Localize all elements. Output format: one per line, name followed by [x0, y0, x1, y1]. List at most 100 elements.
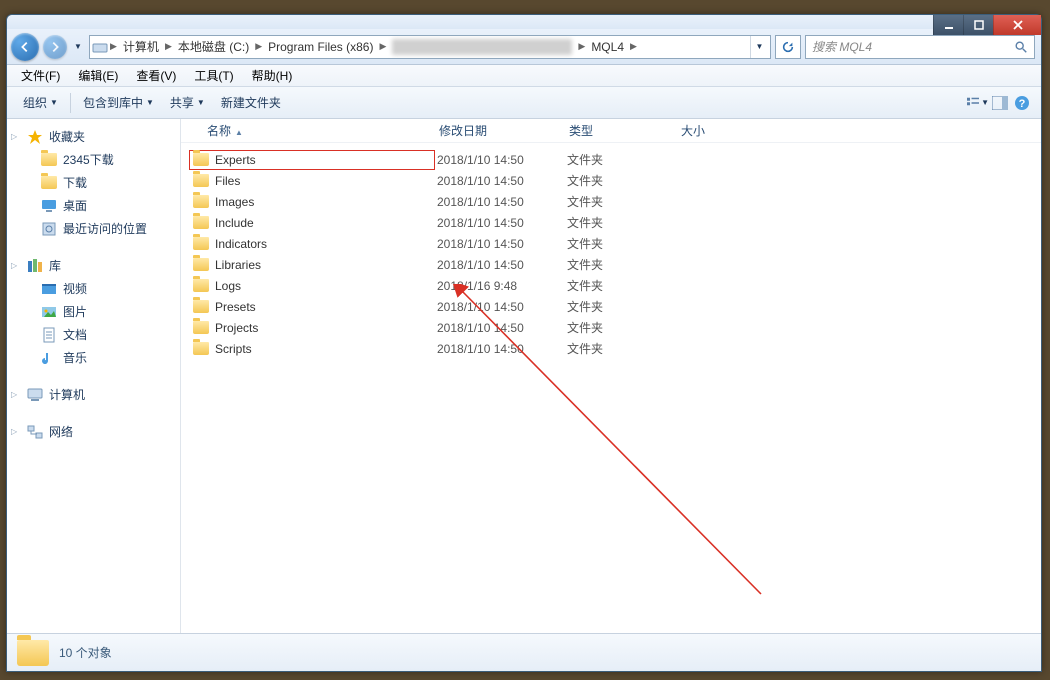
- file-date: 2018/1/16 9:48: [435, 279, 565, 293]
- breadcrumb-computer[interactable]: 计算机: [119, 38, 163, 55]
- help-button[interactable]: ?: [1011, 92, 1033, 114]
- organize-button[interactable]: 组织▼: [15, 90, 66, 115]
- folder-icon: [41, 175, 57, 191]
- address-bar[interactable]: ▶ 计算机 ▶ 本地磁盘 (C:) ▶ Program Files (x86) …: [89, 35, 771, 59]
- libraries-icon: [27, 258, 43, 274]
- folder-icon: [193, 279, 209, 292]
- menu-tools[interactable]: 工具(T): [186, 65, 241, 86]
- file-type: 文件夹: [565, 298, 677, 315]
- file-type: 文件夹: [565, 151, 677, 168]
- main-body: ▷ 收藏夹 2345下载 下载 桌面 最近访问的位置 ▷ 库 视频 图片 文档 …: [7, 119, 1041, 633]
- minimize-button[interactable]: [933, 15, 963, 35]
- explorer-window: ▼ ▶ 计算机 ▶ 本地磁盘 (C:) ▶ Program Files (x86…: [6, 14, 1042, 672]
- file-type: 文件夹: [565, 340, 677, 357]
- file-name: Libraries: [215, 258, 261, 272]
- breadcrumb-program-files[interactable]: Program Files (x86): [264, 40, 377, 54]
- include-in-library-button[interactable]: 包含到库中▼: [75, 90, 162, 115]
- column-headers: 名称▲ 修改日期 类型 大小: [181, 119, 1041, 143]
- file-row-images[interactable]: Images2018/1/10 14:50文件夹: [181, 191, 1041, 212]
- address-dropdown[interactable]: ▼: [750, 36, 768, 58]
- computer-icon: [27, 387, 43, 403]
- recent-icon: [41, 221, 57, 237]
- breadcrumb-mql4[interactable]: MQL4: [587, 40, 628, 54]
- sidebar-item-documents[interactable]: 文档: [7, 323, 180, 346]
- view-toggle[interactable]: ▼: [967, 92, 989, 114]
- file-name: Images: [215, 195, 254, 209]
- new-folder-button[interactable]: 新建文件夹: [213, 90, 289, 115]
- maximize-button[interactable]: [963, 15, 993, 35]
- sidebar-item-2345[interactable]: 2345下载: [7, 148, 180, 171]
- menu-edit[interactable]: 编辑(E): [70, 65, 126, 86]
- status-text: 10 个对象: [59, 644, 112, 661]
- picture-icon: [41, 304, 57, 320]
- search-icon: [1014, 40, 1028, 54]
- file-date: 2018/1/10 14:50: [435, 258, 565, 272]
- file-type: 文件夹: [565, 214, 677, 231]
- file-date: 2018/1/10 14:50: [435, 321, 565, 335]
- navigation-bar: ▼ ▶ 计算机 ▶ 本地磁盘 (C:) ▶ Program Files (x86…: [7, 29, 1041, 65]
- col-size[interactable]: 大小: [681, 122, 781, 139]
- file-name: Indicators: [215, 237, 267, 251]
- file-date: 2018/1/10 14:50: [435, 300, 565, 314]
- file-name: Logs: [215, 279, 241, 293]
- menu-view[interactable]: 查看(V): [128, 65, 184, 86]
- file-row-projects[interactable]: Projects2018/1/10 14:50文件夹: [181, 317, 1041, 338]
- col-date[interactable]: 修改日期: [439, 122, 569, 139]
- favorites-header[interactable]: ▷ 收藏夹: [7, 125, 180, 148]
- file-row-libraries[interactable]: Libraries 2018/1/10 14:50文件夹: [181, 254, 1041, 275]
- file-name: Include: [215, 216, 254, 230]
- titlebar: [7, 15, 1041, 29]
- col-name[interactable]: 名称▲: [207, 122, 439, 139]
- window-controls: [933, 15, 1041, 35]
- libraries-group: ▷ 库 视频 图片 文档 音乐: [7, 254, 180, 369]
- menu-help[interactable]: 帮助(H): [244, 65, 301, 86]
- file-name: Files: [215, 174, 240, 188]
- sidebar-item-pictures[interactable]: 图片: [7, 300, 180, 323]
- file-row-logs[interactable]: Logs2018/1/16 9:48文件夹: [181, 275, 1041, 296]
- file-type: 文件夹: [565, 256, 677, 273]
- preview-pane-toggle[interactable]: [989, 92, 1011, 114]
- drive-icon: [92, 39, 108, 55]
- sidebar-item-downloads[interactable]: 下载: [7, 171, 180, 194]
- file-date: 2018/1/10 14:50: [435, 174, 565, 188]
- file-row-include[interactable]: Include 2018/1/10 14:50文件夹: [181, 212, 1041, 233]
- file-row-scripts[interactable]: Scripts2018/1/10 14:50文件夹: [181, 338, 1041, 359]
- file-row-experts[interactable]: Experts2018/1/10 14:50文件夹: [181, 149, 1041, 170]
- search-placeholder: 搜索 MQL4: [812, 38, 872, 55]
- refresh-button[interactable]: [775, 35, 801, 59]
- sidebar-item-music[interactable]: 音乐: [7, 346, 180, 369]
- file-type: 文件夹: [565, 172, 677, 189]
- menu-file[interactable]: 文件(F): [13, 65, 68, 86]
- network-header[interactable]: ▷ 网络: [7, 420, 180, 443]
- file-row-indicators[interactable]: Indicators 2018/1/10 14:50文件夹: [181, 233, 1041, 254]
- sidebar-item-desktop[interactable]: 桌面: [7, 194, 180, 217]
- col-type[interactable]: 类型: [569, 122, 681, 139]
- file-type: 文件夹: [565, 319, 677, 336]
- libraries-header[interactable]: ▷ 库: [7, 254, 180, 277]
- folder-icon: [193, 321, 209, 334]
- back-button[interactable]: [11, 33, 39, 61]
- menu-bar: 文件(F) 编辑(E) 查看(V) 工具(T) 帮助(H): [7, 65, 1041, 87]
- search-input[interactable]: 搜索 MQL4: [805, 35, 1035, 59]
- toolbar: 组织▼ 包含到库中▼ 共享▼ 新建文件夹 ▼ ?: [7, 87, 1041, 119]
- close-button[interactable]: [993, 15, 1041, 35]
- file-row-files[interactable]: Files 2018/1/10 14:50文件夹: [181, 170, 1041, 191]
- file-name: Scripts: [215, 342, 252, 356]
- music-icon: [41, 350, 57, 366]
- network-icon: [27, 424, 43, 440]
- folder-icon: [17, 640, 49, 666]
- forward-button[interactable]: [43, 35, 67, 59]
- sidebar-item-recent[interactable]: 最近访问的位置: [7, 217, 180, 240]
- sidebar-item-videos[interactable]: 视频: [7, 277, 180, 300]
- file-rows: Experts2018/1/10 14:50文件夹 Files 2018/1/10 …: [181, 143, 1041, 359]
- file-row-presets[interactable]: Presets2018/1/10 14:50文件夹: [181, 296, 1041, 317]
- computer-header[interactable]: ▷ 计算机: [7, 383, 180, 406]
- file-date: 2018/1/10 14:50: [435, 237, 565, 251]
- file-date: 2018/1/10 14:50: [435, 216, 565, 230]
- breadcrumb-drive[interactable]: 本地磁盘 (C:): [174, 38, 253, 55]
- file-type: 文件夹: [565, 235, 677, 252]
- folder-icon: [193, 174, 209, 187]
- history-dropdown[interactable]: ▼: [71, 37, 85, 57]
- folder-icon: [193, 342, 209, 355]
- share-button[interactable]: 共享▼: [162, 90, 213, 115]
